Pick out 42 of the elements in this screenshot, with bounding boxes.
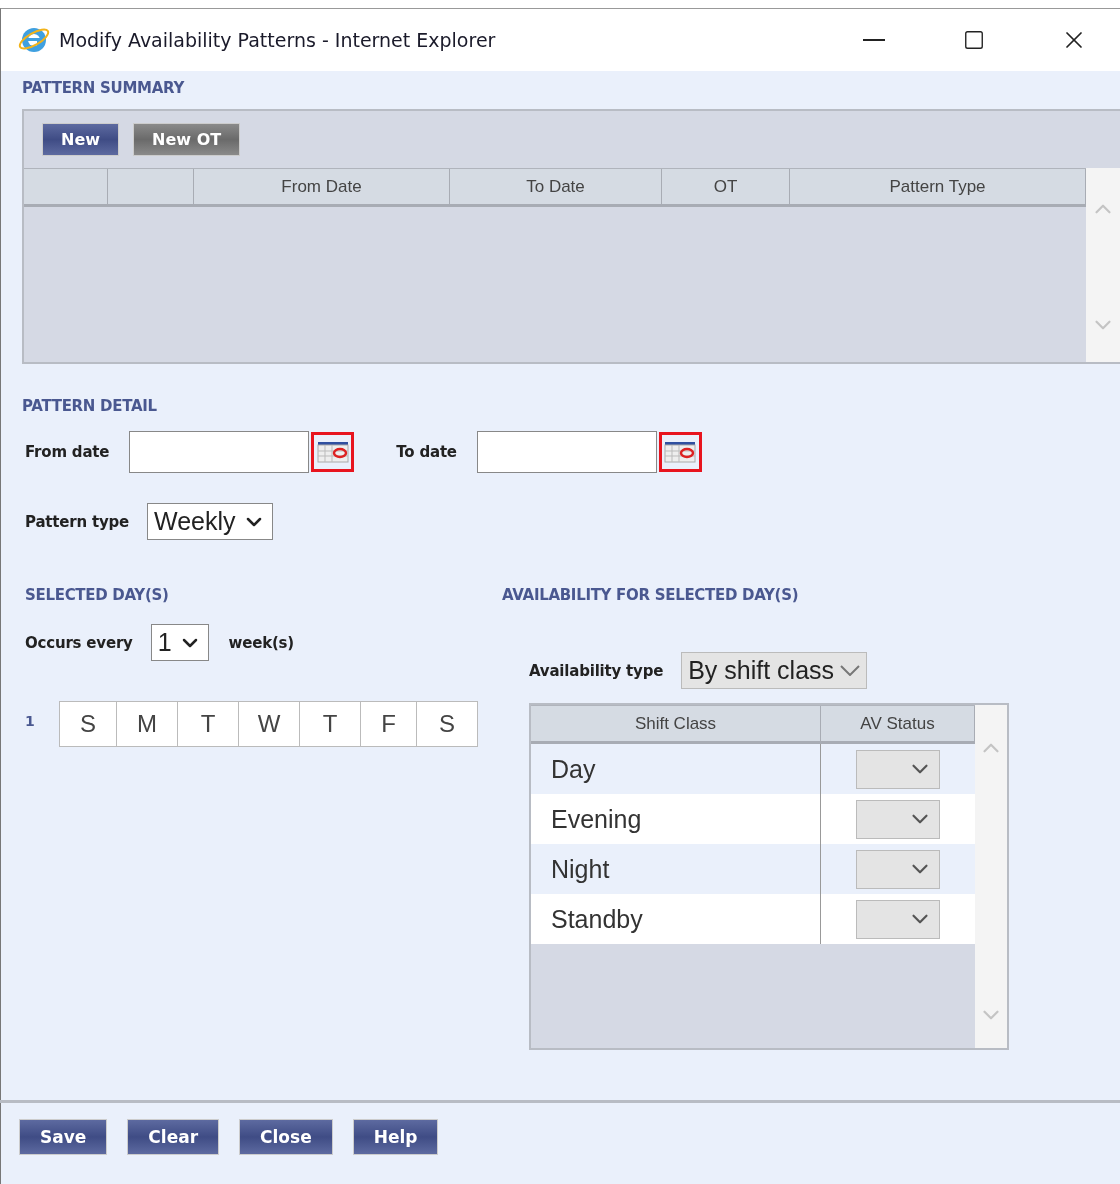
to-date-field[interactable] <box>476 431 657 473</box>
status-select[interactable] <box>856 799 940 839</box>
column-header[interactable]: OT <box>713 176 738 197</box>
footer-button[interactable]: Clear <box>127 1119 220 1155</box>
field-label: From date <box>25 443 110 461</box>
table-cell: Standby <box>531 894 821 944</box>
section-heading: AVAILABILITY FOR SELECTED DAY(S) <box>502 586 800 604</box>
week-number: 1 <box>25 712 36 729</box>
chevron-down-icon <box>840 665 861 676</box>
column-header[interactable]: AV Status <box>860 713 935 734</box>
pattern-type-select[interactable]: Weekly <box>147 503 273 540</box>
availability-type-select[interactable]: By shift class <box>681 652 868 689</box>
section-heading: SELECTED DAY(S) <box>25 586 170 604</box>
calendar-button[interactable] <box>658 432 702 472</box>
calendar-button[interactable] <box>311 432 355 472</box>
footer-button[interactable]: Help <box>352 1119 439 1155</box>
from-date-field[interactable] <box>129 431 310 473</box>
calendar-icon <box>664 441 697 463</box>
status-select[interactable] <box>856 849 940 889</box>
field-label: Occurs every <box>25 633 133 652</box>
column-header[interactable]: To Date <box>526 176 585 197</box>
status-select[interactable] <box>856 749 940 789</box>
column-header[interactable]: Pattern Type <box>889 176 986 197</box>
column-header[interactable]: Shift Class <box>634 713 717 734</box>
field-label: Availability type <box>529 661 664 680</box>
occurs-every-select[interactable]: 1 <box>150 624 209 661</box>
footer-button[interactable]: Close <box>239 1119 333 1155</box>
window-title: Modify Availability Patterns - Internet Explorer <box>59 29 497 51</box>
scrollbar[interactable] <box>1086 168 1120 362</box>
unit-label: week(s) <box>228 633 294 652</box>
column-header[interactable]: From Date <box>281 176 362 197</box>
footer-button[interactable]: Save <box>19 1119 108 1155</box>
field-label: To date <box>396 443 457 461</box>
new-button[interactable]: New <box>42 123 120 156</box>
calendar-icon <box>316 441 349 463</box>
status-select[interactable] <box>856 899 940 939</box>
maximize-icon <box>963 29 985 51</box>
field-label: Pattern type <box>25 512 129 531</box>
section-heading: PATTERN DETAIL <box>22 397 158 415</box>
section-heading: PATTERN SUMMARY <box>22 79 186 97</box>
scrollbar[interactable] <box>975 705 1007 1048</box>
minimize-icon <box>863 39 885 41</box>
